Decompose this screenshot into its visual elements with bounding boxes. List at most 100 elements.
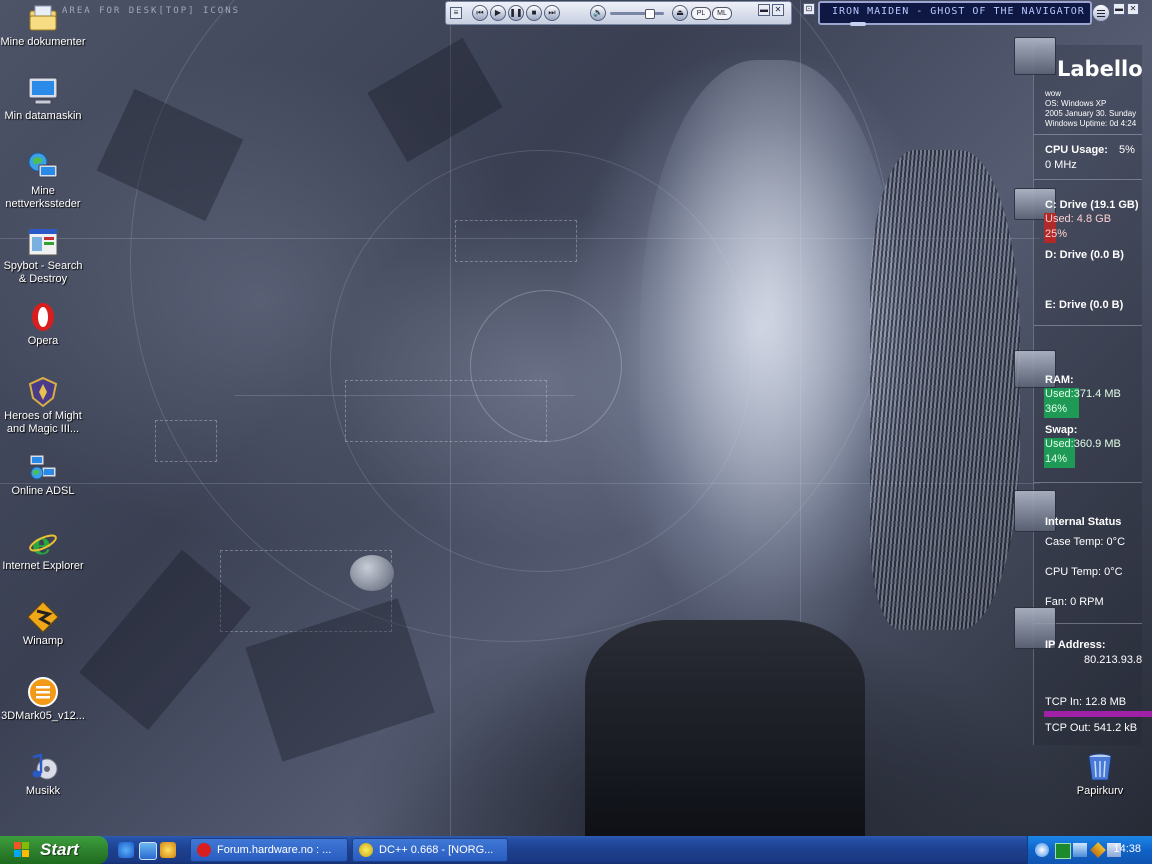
minimize-icon[interactable]: ▬ xyxy=(758,4,770,16)
opera-icon xyxy=(197,843,211,857)
desktop-icon-spybot[interactable]: Spybot - Search & Destroy xyxy=(0,226,86,286)
cpu-mhz: 0 MHz xyxy=(1045,159,1077,171)
wallpaper-orb xyxy=(350,555,394,591)
quicklaunch-media-icon[interactable] xyxy=(160,842,176,858)
desktop-icon-label: Min datamaskin xyxy=(4,110,82,122)
clock: 14:38 xyxy=(1113,843,1141,855)
desktop-icon-label: Musikk xyxy=(25,785,61,797)
desktop-icon-label: 3DMark05_v12... xyxy=(1,710,85,722)
wallpaper-hair xyxy=(870,150,1020,630)
volume-icon: 🔈 xyxy=(590,5,606,21)
desktop-icon-winamp[interactable]: Winamp xyxy=(0,601,86,648)
desktop-icon-online-adsl[interactable]: Online ADSL xyxy=(0,451,86,498)
case-temp: Case Temp: 0°C xyxy=(1045,536,1126,548)
winamp-shade-icon[interactable]: ⊡ xyxy=(803,3,815,15)
desktop-icon-label: Mine dokumenter xyxy=(0,36,86,48)
desktop-icon-heroes[interactable]: Heroes of Might and Magic III... xyxy=(0,376,86,436)
wallpaper-frame xyxy=(155,420,217,462)
desktop-icon-opera[interactable]: Opera xyxy=(0,301,86,348)
cpu-temp: CPU Temp: 0°C xyxy=(1045,566,1123,578)
winamp-icon xyxy=(27,601,59,633)
ram-percent: 36% xyxy=(1045,403,1068,415)
c-drive-label: C: Drive (19.1 GB) xyxy=(1045,199,1139,211)
cpu-usage-label: CPU Usage: xyxy=(1045,144,1108,156)
previous-icon[interactable]: ⏮ xyxy=(472,5,488,21)
desktop-icon-label: Online ADSL xyxy=(11,485,75,497)
network-connection-icon[interactable] xyxy=(1073,843,1087,857)
internet-explorer-icon: e xyxy=(27,526,59,562)
winamp-menu-icon[interactable]: ≡ xyxy=(450,7,462,19)
desktop-icon-network-places[interactable]: Mine nettverkssteder xyxy=(0,151,86,211)
next-icon[interactable]: ⏭ xyxy=(544,5,560,21)
winamp-main-menu-icon[interactable] xyxy=(1092,4,1110,22)
ip-address-value: 80.213.93.8 xyxy=(1084,654,1143,666)
winamp-close-icon[interactable]: ✕ xyxy=(1127,3,1139,15)
system-tray: 14:38 xyxy=(1027,836,1152,864)
monitor-os: OS: Windows XP xyxy=(1045,99,1107,108)
stop-icon[interactable]: ■ xyxy=(526,5,542,21)
spybot-icon xyxy=(27,226,59,258)
song-title-display[interactable]: IRON MAIDEN - GHOST OF THE NAVIGATOR (6:… xyxy=(818,1,1126,26)
desktop-icon-recycle-bin[interactable]: Papirkurv xyxy=(1057,751,1143,798)
ram-used: Used:371.4 MB xyxy=(1045,388,1121,400)
monitor-title: Labello xyxy=(1057,57,1143,81)
taskbar-button-forum[interactable]: Forum.hardware.no : ... xyxy=(190,838,348,862)
desktop-icon-my-computer[interactable]: Min datamaskin xyxy=(0,76,86,123)
taskbar-button-label: Forum.hardware.no : ... xyxy=(217,844,332,856)
monitor-user: wow xyxy=(1045,89,1062,98)
song-title: IRON MAIDEN - GHOST OF THE NAVIGATOR (6:… xyxy=(832,6,1127,17)
desktop-icon-internet-explorer[interactable]: e Internet Explorer xyxy=(0,526,86,573)
tcp-in: TCP In: 12.8 MB xyxy=(1045,696,1127,708)
quicklaunch-show-desktop-icon[interactable] xyxy=(139,842,157,860)
seek-knob[interactable] xyxy=(850,22,866,26)
network-places-icon xyxy=(27,151,59,183)
taskbar-button-dcpp[interactable]: DC++ 0.668 - [NORG... xyxy=(352,838,508,862)
volume-slider[interactable] xyxy=(610,9,664,19)
wallpaper-frame xyxy=(455,220,577,262)
wallpaper-frame xyxy=(345,380,547,442)
playlist-button[interactable]: PL xyxy=(691,7,711,20)
winamp-tray-icon[interactable] xyxy=(1090,842,1106,858)
winamp-player: ≡ ⏮ ▶ ❚❚ ■ ⏭ 🔈 ⏏ PL ML ▬ ✕ xyxy=(445,1,792,25)
bluetooth-icon[interactable] xyxy=(1035,843,1049,857)
monitor-date: 2005 January 30. Sunday xyxy=(1045,109,1137,118)
eject-icon[interactable]: ⏏ xyxy=(672,5,688,21)
e-drive-label: E: Drive (0.0 B) xyxy=(1045,299,1124,311)
taskbar: Start Forum.hardware.no : ... DC++ 0.668… xyxy=(0,836,1152,864)
media-library-button[interactable]: ML xyxy=(712,7,732,20)
desktop-icon-label: Winamp xyxy=(22,635,64,647)
internal-status-label: Internal Status xyxy=(1045,516,1122,528)
close-icon[interactable]: ✕ xyxy=(772,4,784,16)
desktop-icon-label: Spybot - Search & Destroy xyxy=(3,260,83,285)
quicklaunch-browser-icon[interactable] xyxy=(118,842,134,858)
pause-icon[interactable]: ❚❚ xyxy=(508,5,524,21)
windows-logo-icon xyxy=(14,842,30,858)
divider xyxy=(1034,325,1142,326)
wallpaper-figure xyxy=(640,60,900,660)
ip-address-label: IP Address: xyxy=(1045,639,1106,651)
start-label: Start xyxy=(40,840,79,859)
desktop-icon-my-documents[interactable]: Mine dokumenter xyxy=(0,2,86,49)
wallpaper-figure-lower xyxy=(585,620,865,836)
play-icon[interactable]: ▶ xyxy=(490,5,506,21)
winamp-minimize-icon[interactable]: ▬ xyxy=(1113,3,1125,15)
volume-knob[interactable] xyxy=(645,9,655,19)
desktop-icon-label: Mine nettverkssteder xyxy=(5,185,81,210)
my-documents-icon xyxy=(27,2,59,34)
monitor-screen-icon xyxy=(1014,37,1056,75)
tcp-out: TCP Out: 541.2 kB xyxy=(1045,722,1138,734)
desktop-wallpaper: AREA FOR DESK[TOP] ICONS Mine dokumenter… xyxy=(0,0,1152,836)
desktop-area-title: AREA FOR DESK[TOP] ICONS xyxy=(62,6,241,16)
desktop-icon-label: Heroes of Might and Magic III... xyxy=(4,410,82,435)
music-folder-icon xyxy=(27,751,59,783)
desktop-icon-musikk[interactable]: Musikk xyxy=(0,751,86,798)
taskbar-button-label: DC++ 0.668 - [NORG... xyxy=(379,844,494,856)
recycle-bin-icon xyxy=(1084,751,1116,783)
heroes-icon xyxy=(27,376,59,408)
start-button[interactable]: Start xyxy=(0,836,108,864)
desktop-icon-label: Opera xyxy=(27,335,59,347)
d-drive-label: D: Drive (0.0 B) xyxy=(1045,249,1124,261)
desktop-icon-3dmark[interactable]: 3DMark05_v12... xyxy=(0,676,86,723)
swap-label: Swap: xyxy=(1045,424,1078,436)
monitor-app-icon[interactable] xyxy=(1055,843,1071,859)
